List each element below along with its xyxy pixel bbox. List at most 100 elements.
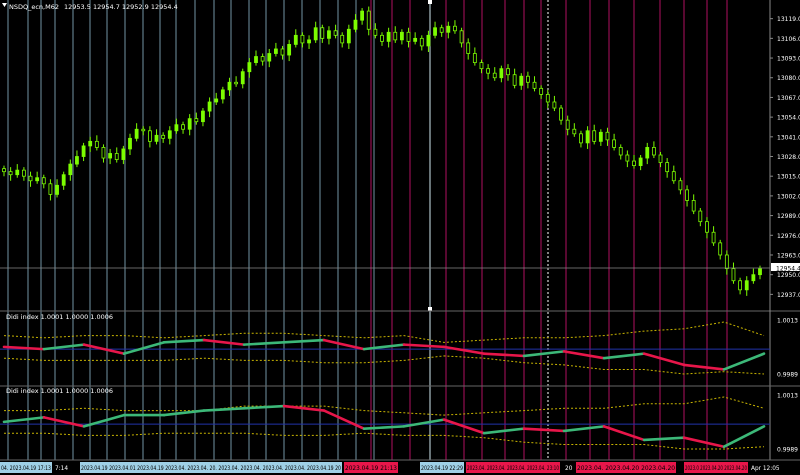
- candle-body[interactable]: [55, 184, 59, 195]
- candle-body[interactable]: [94, 140, 99, 148]
- candle-body[interactable]: [744, 280, 749, 291]
- candle-body[interactable]: [532, 81, 537, 89]
- candle-body[interactable]: [446, 25, 451, 33]
- candle-body[interactable]: [220, 89, 225, 100]
- candle-body[interactable]: [572, 128, 577, 135]
- candle-body[interactable]: [380, 34, 384, 42]
- candle-body[interactable]: [273, 48, 278, 54]
- candle-body[interactable]: [605, 131, 610, 141]
- candle-body[interactable]: [254, 56, 258, 63]
- candle-body[interactable]: [406, 31, 411, 42]
- candle-body[interactable]: [519, 75, 524, 86]
- candle-body[interactable]: [108, 153, 113, 159]
- candle-body[interactable]: [539, 87, 544, 95]
- candle-body[interactable]: [618, 147, 623, 156]
- candle-body[interactable]: [638, 157, 643, 167]
- candle-body[interactable]: [21, 169, 26, 177]
- candle-body[interactable]: [8, 171, 13, 176]
- candle-body[interactable]: [327, 30, 331, 39]
- candle-body[interactable]: [598, 131, 603, 142]
- candle-body[interactable]: [340, 34, 345, 44]
- candle-body[interactable]: [61, 174, 66, 186]
- candle-body[interactable]: [194, 118, 199, 123]
- candle-body[interactable]: [313, 27, 318, 41]
- candle-body[interactable]: [525, 75, 530, 83]
- candle-body[interactable]: [287, 44, 292, 56]
- candle-body[interactable]: [552, 101, 557, 109]
- candle-body[interactable]: [559, 107, 563, 121]
- candle-body[interactable]: [81, 145, 86, 157]
- candle-body[interactable]: [579, 133, 583, 144]
- candle-body[interactable]: [466, 42, 471, 54]
- candle-body[interactable]: [128, 137, 132, 150]
- candle-body[interactable]: [2, 168, 6, 173]
- candle-body[interactable]: [161, 134, 166, 139]
- candle-body[interactable]: [68, 163, 73, 176]
- candle-body[interactable]: [386, 31, 391, 42]
- candle-body[interactable]: [592, 130, 597, 142]
- candle-body[interactable]: [711, 231, 716, 244]
- trading-chart[interactable]: 13119.0 13106.0 13093.0 13080.0 13067.0 13054…: [0, 0, 800, 475]
- candle-body[interactable]: [419, 37, 424, 47]
- candle-body[interactable]: [565, 119, 570, 130]
- candle-body[interactable]: [499, 68, 504, 79]
- candle-body[interactable]: [307, 39, 311, 44]
- candle-body[interactable]: [413, 37, 418, 42]
- candle-body[interactable]: [671, 171, 676, 182]
- candle-body[interactable]: [35, 177, 40, 182]
- candle-body[interactable]: [207, 101, 212, 112]
- candle-body[interactable]: [439, 27, 444, 33]
- candle-body[interactable]: [459, 30, 464, 44]
- candle-body[interactable]: [512, 74, 517, 86]
- candle-body[interactable]: [227, 81, 232, 91]
- candle-body[interactable]: [15, 169, 20, 176]
- candle-body[interactable]: [121, 148, 126, 160]
- candle-body[interactable]: [101, 147, 106, 159]
- candle-body[interactable]: [545, 94, 550, 103]
- candle-body[interactable]: [373, 28, 378, 36]
- candle-body[interactable]: [731, 268, 736, 282]
- candle-body[interactable]: [645, 147, 650, 159]
- candle-body[interactable]: [75, 156, 79, 165]
- candle-body[interactable]: [346, 28, 351, 44]
- candle-body[interactable]: [632, 160, 636, 167]
- candle-body[interactable]: [147, 130, 152, 142]
- candle-body[interactable]: [651, 147, 656, 156]
- candle-body[interactable]: [360, 10, 365, 21]
- candle-body[interactable]: [141, 128, 146, 132]
- candle-body[interactable]: [234, 81, 239, 85]
- candle-body[interactable]: [718, 242, 723, 256]
- candle-body[interactable]: [738, 280, 743, 291]
- candle-body[interactable]: [41, 177, 46, 185]
- candle-body[interactable]: [240, 71, 245, 85]
- candle-body[interactable]: [705, 221, 709, 233]
- candle-body[interactable]: [426, 34, 431, 47]
- candle-body[interactable]: [472, 53, 477, 63]
- candle-body[interactable]: [393, 31, 398, 41]
- candle-body[interactable]: [293, 34, 298, 45]
- candle-body[interactable]: [678, 180, 683, 191]
- candle-body[interactable]: [486, 68, 491, 74]
- candle-body[interactable]: [201, 110, 205, 123]
- candle-body[interactable]: [247, 62, 252, 73]
- candle-body[interactable]: [280, 48, 285, 56]
- candle-body[interactable]: [174, 124, 179, 132]
- candle-body[interactable]: [333, 30, 338, 36]
- candle-body[interactable]: [685, 189, 689, 201]
- candle-body[interactable]: [665, 162, 670, 173]
- candle-body[interactable]: [320, 27, 325, 39]
- candle-body[interactable]: [167, 130, 172, 139]
- candle-body[interactable]: [691, 200, 696, 212]
- candle-body[interactable]: [625, 154, 630, 162]
- candle-body[interactable]: [453, 25, 457, 32]
- candle-body[interactable]: [88, 140, 93, 147]
- candle-body[interactable]: [506, 68, 510, 76]
- candle-body[interactable]: [758, 268, 762, 276]
- candle-body[interactable]: [181, 124, 185, 130]
- candle-body[interactable]: [585, 130, 590, 144]
- candle-body[interactable]: [433, 27, 437, 36]
- candle-body[interactable]: [154, 134, 159, 142]
- candle-body[interactable]: [399, 31, 404, 41]
- candle-body[interactable]: [612, 139, 617, 148]
- candle-body[interactable]: [187, 118, 192, 130]
